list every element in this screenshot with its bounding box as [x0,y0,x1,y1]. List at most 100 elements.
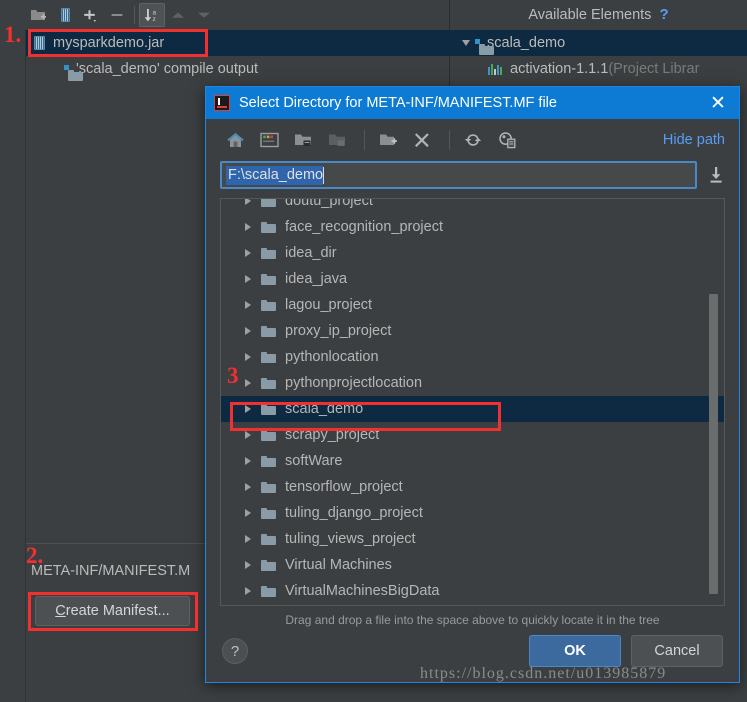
folder-icon [261,199,276,207]
chevron-right-icon[interactable] [245,249,251,257]
artifact-compile-output-label: 'scala_demo' compile output [76,61,259,77]
path-row: F:\scala_demo [206,161,739,189]
folder-icon [261,377,276,389]
tree-item-pythonprojectlocation[interactable]: pythonprojectlocation [221,370,724,396]
folder-icon [261,273,276,285]
chevron-right-icon[interactable] [245,587,251,595]
tree-item-label: idea_java [285,271,348,287]
home-icon[interactable] [220,127,250,153]
directory-tree[interactable]: doutu_project face_recognition_project i… [220,198,725,606]
chevron-right-icon[interactable] [245,431,251,439]
tree-item-tuling_django_project[interactable]: tuling_django_project [221,500,724,526]
tree-item-idea_java[interactable]: idea_java [221,266,724,292]
download-icon[interactable] [707,165,725,185]
chevron-right-icon[interactable] [245,199,251,205]
tree-item-label: proxy_ip_project [285,323,392,339]
tree-item-doutu_project[interactable]: doutu_project [221,198,724,214]
text-caret [323,166,325,184]
tree-item-proxy_ip_project[interactable]: proxy_ip_project [221,318,724,344]
chevron-right-icon[interactable] [245,561,251,569]
create-manifest-button[interactable]: Create Manifest... [35,596,190,626]
chevron-right-icon[interactable] [245,405,251,413]
chevron-right-icon[interactable] [245,353,251,361]
folder-icon [261,559,276,571]
jar-icon [34,36,45,50]
tree-item-label: tuling_views_project [285,531,416,547]
select-directory-dialog: Select Directory for META-INF/MANIFEST.M… [205,86,740,683]
artifact-compile-output-row[interactable]: 'scala_demo' compile output [64,56,259,82]
chevron-right-icon[interactable] [245,275,251,283]
tree-item-scrapy_project[interactable]: scrapy_project [221,422,724,448]
available-elements-header: Available Elements ? [450,0,747,29]
jar-icon[interactable] [52,3,78,27]
hide-path-link[interactable]: Hide path [663,132,725,148]
tree-item-label: tensorflow_project [285,479,403,495]
tree-item-pythonlocation[interactable]: pythonlocation [221,344,724,370]
available-item-scala-demo[interactable]: scala_demo [462,30,565,56]
chevron-down-icon[interactable] [462,40,470,46]
arrow-down-icon[interactable] [191,3,217,27]
tree-item-label: idea_dir [285,245,337,261]
tree-item-label: pythonprojectlocation [285,375,423,391]
sort-az-icon[interactable]: a z [139,2,165,27]
dialog-toolbar: Hide path [206,119,739,161]
folder-icon [261,325,276,337]
directory-tree-list: doutu_project face_recognition_project i… [221,198,724,604]
chevron-right-icon[interactable] [245,379,251,387]
ok-button[interactable]: OK [529,635,621,667]
chevron-right-icon[interactable] [245,509,251,517]
tree-item-label: face_recognition_project [285,219,443,235]
left-gutter-divider [25,0,26,702]
folder-icon [261,455,276,467]
tree-item-label: doutu_project [285,198,373,209]
watermark: https://blog.csdn.net/u013985879 [420,665,667,682]
path-input[interactable]: F:\scala_demo [220,161,697,189]
tree-item-tensorflow_project[interactable]: tensorflow_project [221,474,724,500]
tree-item-label: VirtualMachinesBigData [285,583,440,599]
show-hidden-icon[interactable] [492,127,522,153]
intellij-logo-icon [214,95,230,111]
tree-item-face_recognition_project[interactable]: face_recognition_project [221,214,724,240]
tree-item-lagou_project[interactable]: lagou_project [221,292,724,318]
tree-item-tuling_views_project[interactable]: tuling_views_project [221,526,724,552]
tree-item-scala_demo[interactable]: scala_demo [221,396,724,422]
help-icon[interactable]: ? [659,6,668,23]
screen-root: a z mysparkdemo.jar 'scala_demo' compile… [0,0,747,702]
tree-item-label: pythonlocation [285,349,379,365]
tree-item-idea_dir[interactable]: idea_dir [221,240,724,266]
chevron-right-icon[interactable] [245,483,251,491]
folder-icon [261,507,276,519]
available-item-activation[interactable]: activation-1.1.1 (Project Librar [488,56,699,82]
create-manifest-mnemonic: C [55,603,66,619]
cancel-button[interactable]: Cancel [631,635,723,667]
module-folder-icon [322,127,352,153]
tree-item-softWare[interactable]: softWare [221,448,724,474]
chevron-right-icon[interactable] [245,301,251,309]
folder-icon [261,221,276,233]
new-folder-icon[interactable] [373,127,403,153]
dialog-title-bar[interactable]: Select Directory for META-INF/MANIFEST.M… [206,87,739,119]
svg-text:z: z [153,16,156,23]
scrollbar-thumb[interactable] [709,294,718,594]
refresh-icon[interactable] [458,127,488,153]
desktop-icon[interactable] [254,127,284,153]
delete-icon[interactable] [407,127,437,153]
artifacts-toolbar: a z [0,0,450,29]
path-input-value: F:\scala_demo [226,165,324,185]
help-button[interactable]: ? [222,638,248,664]
tree-item-virtual-machines[interactable]: Virtual Machines [221,552,724,578]
plus-icon[interactable] [78,3,104,27]
add-folder-icon[interactable] [26,3,52,27]
folder-icon [261,585,276,597]
chevron-right-icon[interactable] [245,327,251,335]
scrollbar-track[interactable] [709,199,721,605]
close-icon[interactable]: ✕ [705,91,731,115]
chevron-right-icon[interactable] [245,535,251,543]
arrow-up-icon[interactable] [165,3,191,27]
minus-icon[interactable] [104,3,130,27]
chevron-right-icon[interactable] [245,457,251,465]
chevron-right-icon[interactable] [245,223,251,231]
tree-item-virtualmachinesbigdata[interactable]: VirtualMachinesBigData [221,578,724,604]
drive-folder-icon[interactable] [288,127,318,153]
artifact-jar-row[interactable]: mysparkdemo.jar [34,30,164,56]
